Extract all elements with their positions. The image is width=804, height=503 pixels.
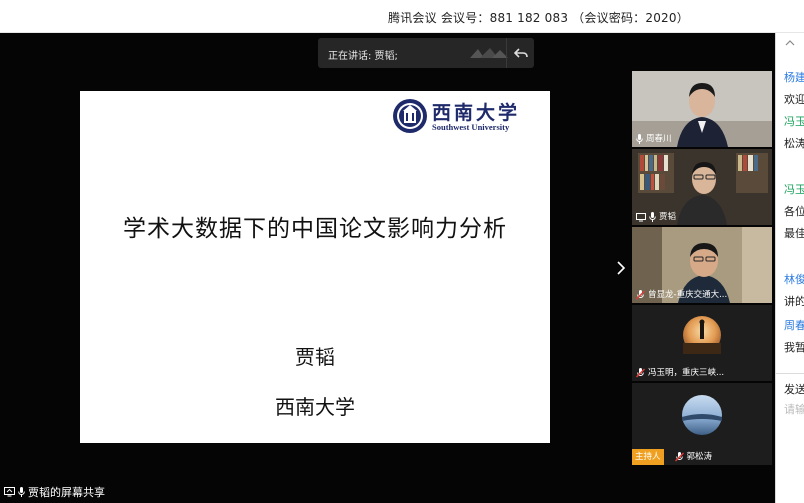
university-logo: 西南大学 Southwest University — [392, 98, 544, 136]
chat-message: 我暂 — [784, 341, 804, 354]
participant-name-bar: 冯玉明，重庆三峡... — [632, 365, 728, 381]
reply-arrow-icon — [514, 48, 528, 58]
participant-name: 郭松涛 — [686, 452, 713, 462]
mic-icon — [18, 487, 25, 497]
mic-muted-icon — [674, 452, 684, 462]
shared-slide: 西南大学 Southwest University 学术大数据下的中国论文影响力… — [80, 91, 550, 443]
participant-name: 周春川 — [646, 134, 672, 144]
chat-sender: 冯玉 — [784, 115, 804, 128]
chat-message: 最佳 — [784, 227, 804, 240]
slide-author: 贾韬 — [295, 345, 335, 369]
chat-send-target[interactable]: 发送 — [784, 381, 804, 397]
speaking-label: 正在讲话: 贾韬; — [328, 51, 398, 62]
mic-icon — [649, 212, 656, 222]
chat-message: 欢迎 — [784, 93, 804, 106]
chat-message: 松涛 — [784, 137, 804, 150]
pop-out-button[interactable] — [506, 38, 534, 68]
chat-panel: 杨建 欢迎 冯玉 松涛 冯玉 各位 最佳 林俊 讲的 周春 我暂 发送 请输 — [775, 33, 804, 503]
participant-tile[interactable]: 曾显龙-重庆交通大... — [632, 227, 772, 303]
participant-tile[interactable]: 主持人 郭松涛 — [632, 383, 772, 465]
screen-share-icon — [4, 487, 15, 497]
mic-muted-icon — [636, 290, 645, 300]
chat-message: 各位 — [784, 205, 804, 218]
mic-muted-icon — [636, 368, 645, 378]
chat-sender: 林俊 — [784, 273, 804, 286]
participant-tile[interactable]: 贾韬 — [632, 149, 772, 225]
chat-input[interactable]: 请输 — [784, 401, 804, 417]
participant-name-bar: 主持人 郭松涛 — [632, 449, 716, 465]
participant-tile[interactable]: 冯玉明，重庆三峡... — [632, 305, 772, 381]
participant-name: 曾显龙-重庆交通大... — [648, 290, 728, 300]
slide-title: 学术大数据下的中国论文影响力分析 — [123, 216, 507, 242]
university-seal-icon — [393, 99, 427, 133]
meeting-window: 腾讯会议 会议号：881 182 083 （会议密码：2020） 正在讲话: 贾… — [0, 0, 804, 503]
participant-name: 贾韬 — [659, 212, 677, 222]
chat-sender: 冯玉 — [784, 183, 804, 196]
participant-name-bar: 贾韬 — [632, 209, 680, 225]
logo-english-text: Southwest University — [432, 122, 510, 132]
video-stage: 正在讲话: 贾韬; 西南大学 Southwest University 学术大数… — [0, 33, 775, 503]
participant-tile[interactable]: 周春川 — [632, 71, 772, 147]
host-badge: 主持人 — [632, 449, 664, 465]
chat-message: 讲的 — [784, 295, 804, 308]
slide-organization: 西南大学 — [275, 395, 355, 419]
screen-share-label: 贾韬的屏幕共享 — [4, 484, 105, 500]
chat-sender: 杨建 — [784, 71, 804, 84]
chat-divider — [776, 373, 804, 374]
participant-name-bar: 曾显龙-重庆交通大... — [632, 287, 731, 303]
screen-share-owner: 贾韬的屏幕共享 — [28, 486, 105, 499]
title-bar: 腾讯会议 会议号：881 182 083 （会议密码：2020） — [0, 0, 804, 33]
participant-name-bar: 周春川 — [632, 131, 676, 147]
chat-sender: 周春 — [784, 319, 804, 332]
chevron-up-icon[interactable] — [785, 39, 795, 47]
logo-chinese-text: 西南大学 — [432, 102, 521, 124]
meeting-info: 腾讯会议 会议号：881 182 083 （会议密码：2020） — [388, 11, 689, 25]
speaking-indicator: 正在讲话: 贾韬; — [318, 38, 534, 68]
participant-name: 冯玉明，重庆三峡... — [648, 368, 725, 378]
mic-icon — [636, 134, 643, 144]
chevron-right-icon[interactable] — [616, 261, 626, 275]
screen-share-icon — [636, 212, 646, 221]
